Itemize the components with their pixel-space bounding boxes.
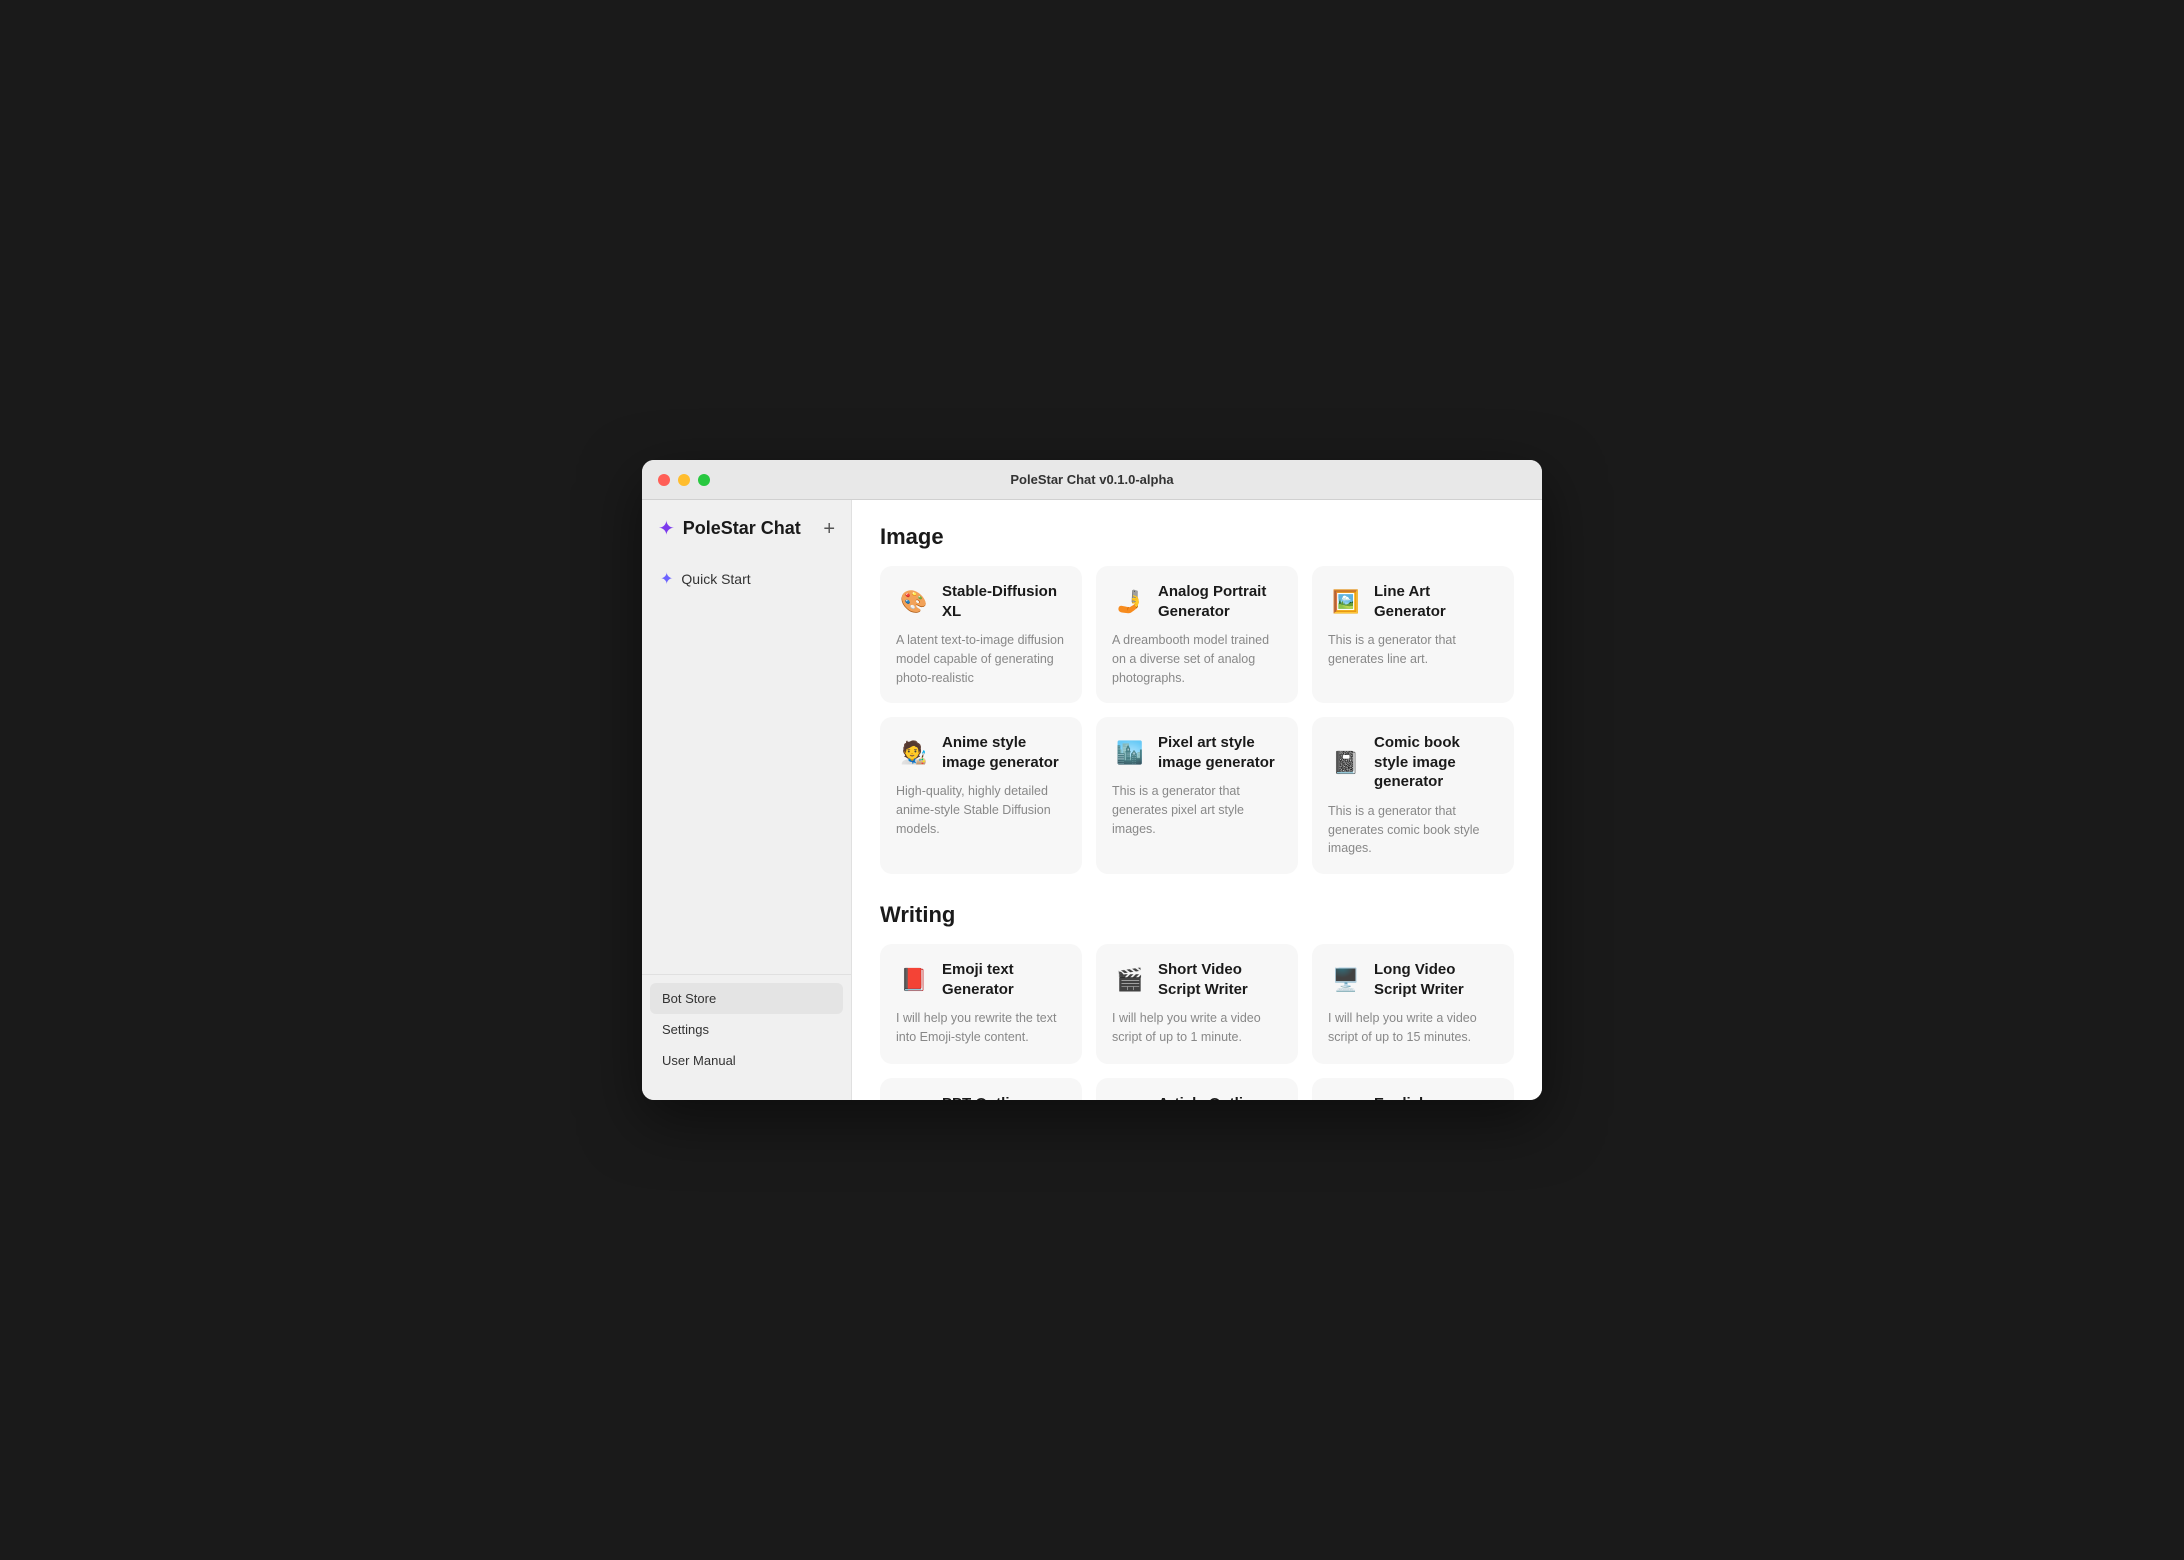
card-line-art[interactable]: 🖼️ Line Art Generator This is a generato… (1312, 566, 1514, 703)
pixel-art-title: Pixel art style image generator (1158, 733, 1282, 772)
card-emoji-text-header: 📕 Emoji text Generator (896, 960, 1066, 999)
sidebar-bottom: Bot Store Settings User Manual (642, 974, 851, 1084)
card-long-video[interactable]: 🖥️ Long Video Script Writer I will help … (1312, 944, 1514, 1064)
image-section: Image 🎨 Stable-Diffusion XL A latent tex… (880, 524, 1514, 874)
app-body: ✦ PoleStar Chat + ✦ Quick Start Bot Stor… (642, 500, 1542, 1100)
analog-portrait-icon: 🤳 (1112, 584, 1148, 620)
polestar-logo-icon: ✦ (658, 516, 675, 541)
pixel-art-desc: This is a generator that generates pixel… (1112, 782, 1282, 838)
anime-desc: High-quality, highly detailed anime-styl… (896, 782, 1066, 838)
image-cards-grid: 🎨 Stable-Diffusion XL A latent text-to-i… (880, 566, 1514, 874)
emoji-text-desc: I will help you rewrite the text into Em… (896, 1009, 1066, 1047)
new-chat-button[interactable]: + (823, 519, 835, 539)
card-ppt-outline-header: 🎭 PPT Outline Assistant (896, 1094, 1066, 1100)
card-pixel-art-header: 🏙️ Pixel art style image generator (1112, 733, 1282, 772)
sidebar-header: ✦ PoleStar Chat + (642, 516, 851, 557)
writing-section-title: Writing (880, 902, 1514, 928)
card-anime[interactable]: 🧑‍🎨 Anime style image generator High-qua… (880, 717, 1082, 874)
pixel-art-icon: 🏙️ (1112, 735, 1148, 771)
emoji-text-icon: 📕 (896, 962, 932, 998)
line-art-desc: This is a generator that generates line … (1328, 631, 1498, 669)
analog-portrait-title: Analog Portrait Generator (1158, 582, 1282, 621)
card-line-art-header: 🖼️ Line Art Generator (1328, 582, 1498, 621)
card-stable-diffusion-header: 🎨 Stable-Diffusion XL (896, 582, 1066, 621)
comic-book-title: Comic book style image generator (1374, 733, 1498, 792)
card-anime-header: 🧑‍🎨 Anime style image generator (896, 733, 1066, 772)
image-section-title: Image (880, 524, 1514, 550)
app-window: PoleStar Chat v0.1.0-alpha ✦ PoleStar Ch… (642, 460, 1542, 1100)
window-title: PoleStar Chat v0.1.0-alpha (1010, 472, 1173, 487)
english-summary-icon: 🧑 (1328, 1096, 1364, 1101)
close-button[interactable] (658, 474, 670, 486)
sparkle-icon: ✦ (660, 569, 673, 589)
card-article-outline[interactable]: 👩 Article Outline Writer (1096, 1078, 1298, 1100)
anime-title: Anime style image generator (942, 733, 1066, 772)
sidebar-item-label: Quick Start (681, 571, 750, 587)
short-video-icon: 🎬 (1112, 962, 1148, 998)
sidebar: ✦ PoleStar Chat + ✦ Quick Start Bot Stor… (642, 500, 852, 1100)
sidebar-item-quickstart[interactable]: ✦ Quick Start (650, 561, 843, 597)
stable-diffusion-icon: 🎨 (896, 584, 932, 620)
card-ppt-outline[interactable]: 🎭 PPT Outline Assistant (880, 1078, 1082, 1100)
stable-diffusion-title: Stable-Diffusion XL (942, 582, 1066, 621)
sidebar-item-botstore[interactable]: Bot Store (650, 983, 843, 1014)
card-short-video-header: 🎬 Short Video Script Writer (1112, 960, 1282, 999)
article-outline-title: Article Outline Writer (1158, 1094, 1282, 1100)
writing-section: Writing 📕 Emoji text Generator I will he… (880, 902, 1514, 1100)
card-article-outline-header: 👩 Article Outline Writer (1112, 1094, 1282, 1100)
emoji-text-title: Emoji text Generator (942, 960, 1066, 999)
long-video-desc: I will help you write a video script of … (1328, 1009, 1498, 1047)
sidebar-item-usermanual[interactable]: User Manual (650, 1045, 843, 1076)
line-art-icon: 🖼️ (1328, 584, 1364, 620)
sidebar-nav: ✦ Quick Start (642, 557, 851, 601)
main-content: Image 🎨 Stable-Diffusion XL A latent tex… (852, 500, 1542, 1100)
maximize-button[interactable] (698, 474, 710, 486)
article-outline-icon: 👩 (1112, 1096, 1148, 1101)
card-comic-book-header: 📓 Comic book style image generator (1328, 733, 1498, 792)
analog-portrait-desc: A dreambooth model trained on a diverse … (1112, 631, 1282, 687)
minimize-button[interactable] (678, 474, 690, 486)
card-long-video-header: 🖥️ Long Video Script Writer (1328, 960, 1498, 999)
comic-book-desc: This is a generator that generates comic… (1328, 802, 1498, 858)
long-video-title: Long Video Script Writer (1374, 960, 1498, 999)
writing-cards-grid: 📕 Emoji text Generator I will help you r… (880, 944, 1514, 1100)
sidebar-item-settings[interactable]: Settings (650, 1014, 843, 1045)
english-summary-title: English Summary (1374, 1094, 1498, 1100)
card-emoji-text[interactable]: 📕 Emoji text Generator I will help you r… (880, 944, 1082, 1064)
ppt-outline-icon: 🎭 (896, 1096, 932, 1101)
card-pixel-art[interactable]: 🏙️ Pixel art style image generator This … (1096, 717, 1298, 874)
stable-diffusion-desc: A latent text-to-image diffusion model c… (896, 631, 1066, 687)
traffic-lights (658, 474, 710, 486)
card-stable-diffusion[interactable]: 🎨 Stable-Diffusion XL A latent text-to-i… (880, 566, 1082, 703)
anime-icon: 🧑‍🎨 (896, 735, 932, 771)
titlebar: PoleStar Chat v0.1.0-alpha (642, 460, 1542, 500)
card-analog-portrait-header: 🤳 Analog Portrait Generator (1112, 582, 1282, 621)
card-comic-book[interactable]: 📓 Comic book style image generator This … (1312, 717, 1514, 874)
short-video-title: Short Video Script Writer (1158, 960, 1282, 999)
app-title: PoleStar Chat (683, 518, 801, 539)
card-english-summary[interactable]: 🧑 English Summary (1312, 1078, 1514, 1100)
card-short-video[interactable]: 🎬 Short Video Script Writer I will help … (1096, 944, 1298, 1064)
ppt-outline-title: PPT Outline Assistant (942, 1094, 1066, 1100)
card-analog-portrait[interactable]: 🤳 Analog Portrait Generator A dreambooth… (1096, 566, 1298, 703)
comic-book-icon: 📓 (1328, 745, 1364, 781)
long-video-icon: 🖥️ (1328, 962, 1364, 998)
line-art-title: Line Art Generator (1374, 582, 1498, 621)
short-video-desc: I will help you write a video script of … (1112, 1009, 1282, 1047)
card-english-summary-header: 🧑 English Summary (1328, 1094, 1498, 1100)
